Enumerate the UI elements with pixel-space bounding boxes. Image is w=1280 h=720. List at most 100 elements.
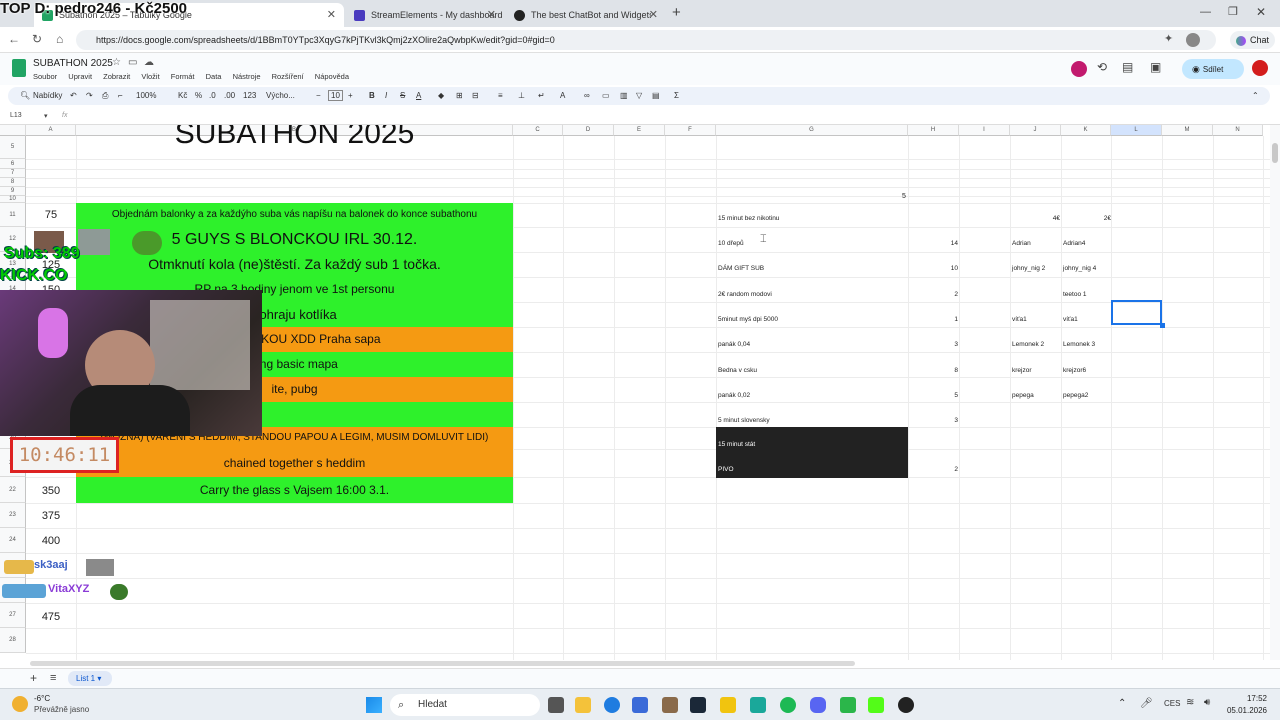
menu-format[interactable]: Formát [171,72,195,81]
text-color-icon[interactable]: A [416,91,421,100]
bold-icon[interactable]: B [369,91,375,100]
font-size-increase-icon[interactable]: + [348,91,353,100]
vertical-scrollbar[interactable] [1270,125,1280,660]
app-icon[interactable] [750,697,766,713]
row-header[interactable]: 11 [0,203,26,227]
weather-icon[interactable] [12,696,28,712]
fill-color-icon[interactable]: ◆ [438,91,444,100]
language-indicator[interactable]: CES [1164,699,1180,708]
weather-desc[interactable]: Převážně jasno [34,705,89,714]
column-header[interactable]: N [1213,125,1263,136]
menu-tools[interactable]: Nástroje [233,72,261,81]
video-call-icon[interactable]: ▣ [1150,60,1161,74]
steam-icon[interactable] [690,697,706,713]
selected-cell-l13[interactable] [1111,300,1162,325]
minimize-icon[interactable]: — [1200,6,1211,18]
url-field[interactable]: https://docs.google.com/spreadsheets/d/1… [76,30,1216,50]
wrap-icon[interactable]: ↵ [538,91,545,100]
chart-icon[interactable]: ▥ [620,91,628,100]
volume-icon[interactable]: 🔊︎ [1204,697,1210,708]
document-title[interactable]: SUBATHON 2025 [33,58,113,69]
name-box-dropdown-icon[interactable]: ▾ [44,112,48,120]
app-icon[interactable] [720,697,736,713]
zoom-select[interactable]: 100% [136,91,156,100]
select-all-corner[interactable] [0,125,26,136]
chat-button[interactable]: Chat [1230,31,1276,49]
column-header[interactable]: M [1162,125,1213,136]
valign-icon[interactable]: ⊥ [518,91,525,100]
percent-button[interactable]: % [195,91,202,100]
maximize-icon[interactable]: ❐ [1228,5,1238,18]
merge-cells-icon[interactable]: ⊟ [472,91,479,100]
wifi-icon[interactable]: ≋ [1186,697,1194,708]
tray-chevron-icon[interactable]: ⌃ [1118,698,1126,709]
more-formats-button[interactable]: 123 [243,91,256,100]
reload-icon[interactable]: ↻ [32,32,42,46]
column-header[interactable]: A [26,125,76,136]
row-header[interactable]: 8 [0,178,26,187]
weather-temp[interactable]: -6°C [34,694,50,703]
spotify-icon[interactable] [780,697,796,713]
add-sheet-icon[interactable]: + [30,671,37,685]
task-view-icon[interactable] [548,697,564,713]
share-button[interactable]: ◉ Sdílet [1182,59,1244,79]
column-header[interactable]: E [614,125,665,136]
column-header[interactable]: J [1010,125,1061,136]
windows-start-icon[interactable] [366,697,382,713]
borders-icon[interactable]: ⊞ [456,91,463,100]
close-icon[interactable]: ✕ [649,8,658,21]
align-icon[interactable]: ≡ [498,91,503,100]
sheet-tab-list1[interactable]: List 1 ▾ [68,671,112,686]
back-icon[interactable]: ← [8,32,20,46]
star-icon[interactable]: ☆ [112,57,121,68]
decrease-decimal-button[interactable]: .0 [209,91,216,100]
scrollbar-thumb[interactable] [1272,143,1278,163]
edge-icon[interactable] [604,697,620,713]
close-icon[interactable]: ✕ [327,8,336,21]
discord-icon[interactable] [810,697,826,713]
menu-view[interactable]: Zobrazit [103,72,130,81]
profile-avatar[interactable] [1186,33,1200,47]
collapse-toolbar-icon[interactable]: ⌃ [1252,91,1259,100]
microphone-icon[interactable]: 🎤︎ [1140,698,1153,709]
filter-views-icon[interactable]: ▤ [652,91,660,100]
meet-icon[interactable] [1071,61,1087,77]
row-header[interactable]: 10 [0,196,26,203]
sheets-logo-icon[interactable] [12,59,26,77]
move-folder-icon[interactable]: ▭ [128,57,137,68]
print-icon[interactable]: ⎙ [102,91,108,101]
increase-decimal-button[interactable]: .00 [224,91,235,100]
font-select[interactable]: Výcho... [266,91,295,100]
account-avatar[interactable] [1252,60,1268,76]
chrome-icon[interactable] [898,697,914,713]
file-explorer-icon[interactable] [575,697,591,713]
italic-icon[interactable]: I [385,91,387,100]
undo-icon[interactable]: ↶ [70,91,77,100]
font-size-decrease-icon[interactable]: − [316,91,321,100]
app-icon[interactable] [662,697,678,713]
clock-date[interactable]: 05.01.2026 [1225,706,1267,715]
row-header[interactable]: 5 [0,136,26,159]
column-header[interactable]: G [716,125,908,136]
window-close-icon[interactable]: ✕ [1256,5,1266,19]
name-box[interactable]: L13 [10,112,22,119]
search-icon[interactable]: 🔍︎ [20,91,30,100]
column-header[interactable]: F [665,125,716,136]
taskbar-search[interactable]: ⌕ Hledat [390,694,540,716]
font-size-field[interactable]: 10 [328,90,343,101]
paint-format-icon[interactable]: ⌐ [118,91,123,100]
clock-time[interactable]: 17:52 [1225,694,1267,703]
rotate-icon[interactable]: A [560,91,565,100]
column-header[interactable]: D [563,125,614,136]
tab-chatbot[interactable]: The best ChatBot and Widgets for ✕ [506,3,666,27]
formula-input[interactable] [72,110,1262,122]
home-icon[interactable]: ⌂ [56,32,63,46]
redo-icon[interactable]: ↷ [86,91,93,100]
menu-edit[interactable]: Upravit [68,72,92,81]
history-icon[interactable]: ⟲ [1097,60,1107,74]
menu-extensions[interactable]: Rozšíření [272,72,304,81]
h-scrollbar-thumb[interactable] [30,661,855,666]
close-icon[interactable]: ✕ [487,8,496,21]
menu-search[interactable]: Nabídky [33,91,62,100]
menu-file[interactable]: Soubor [33,72,57,81]
